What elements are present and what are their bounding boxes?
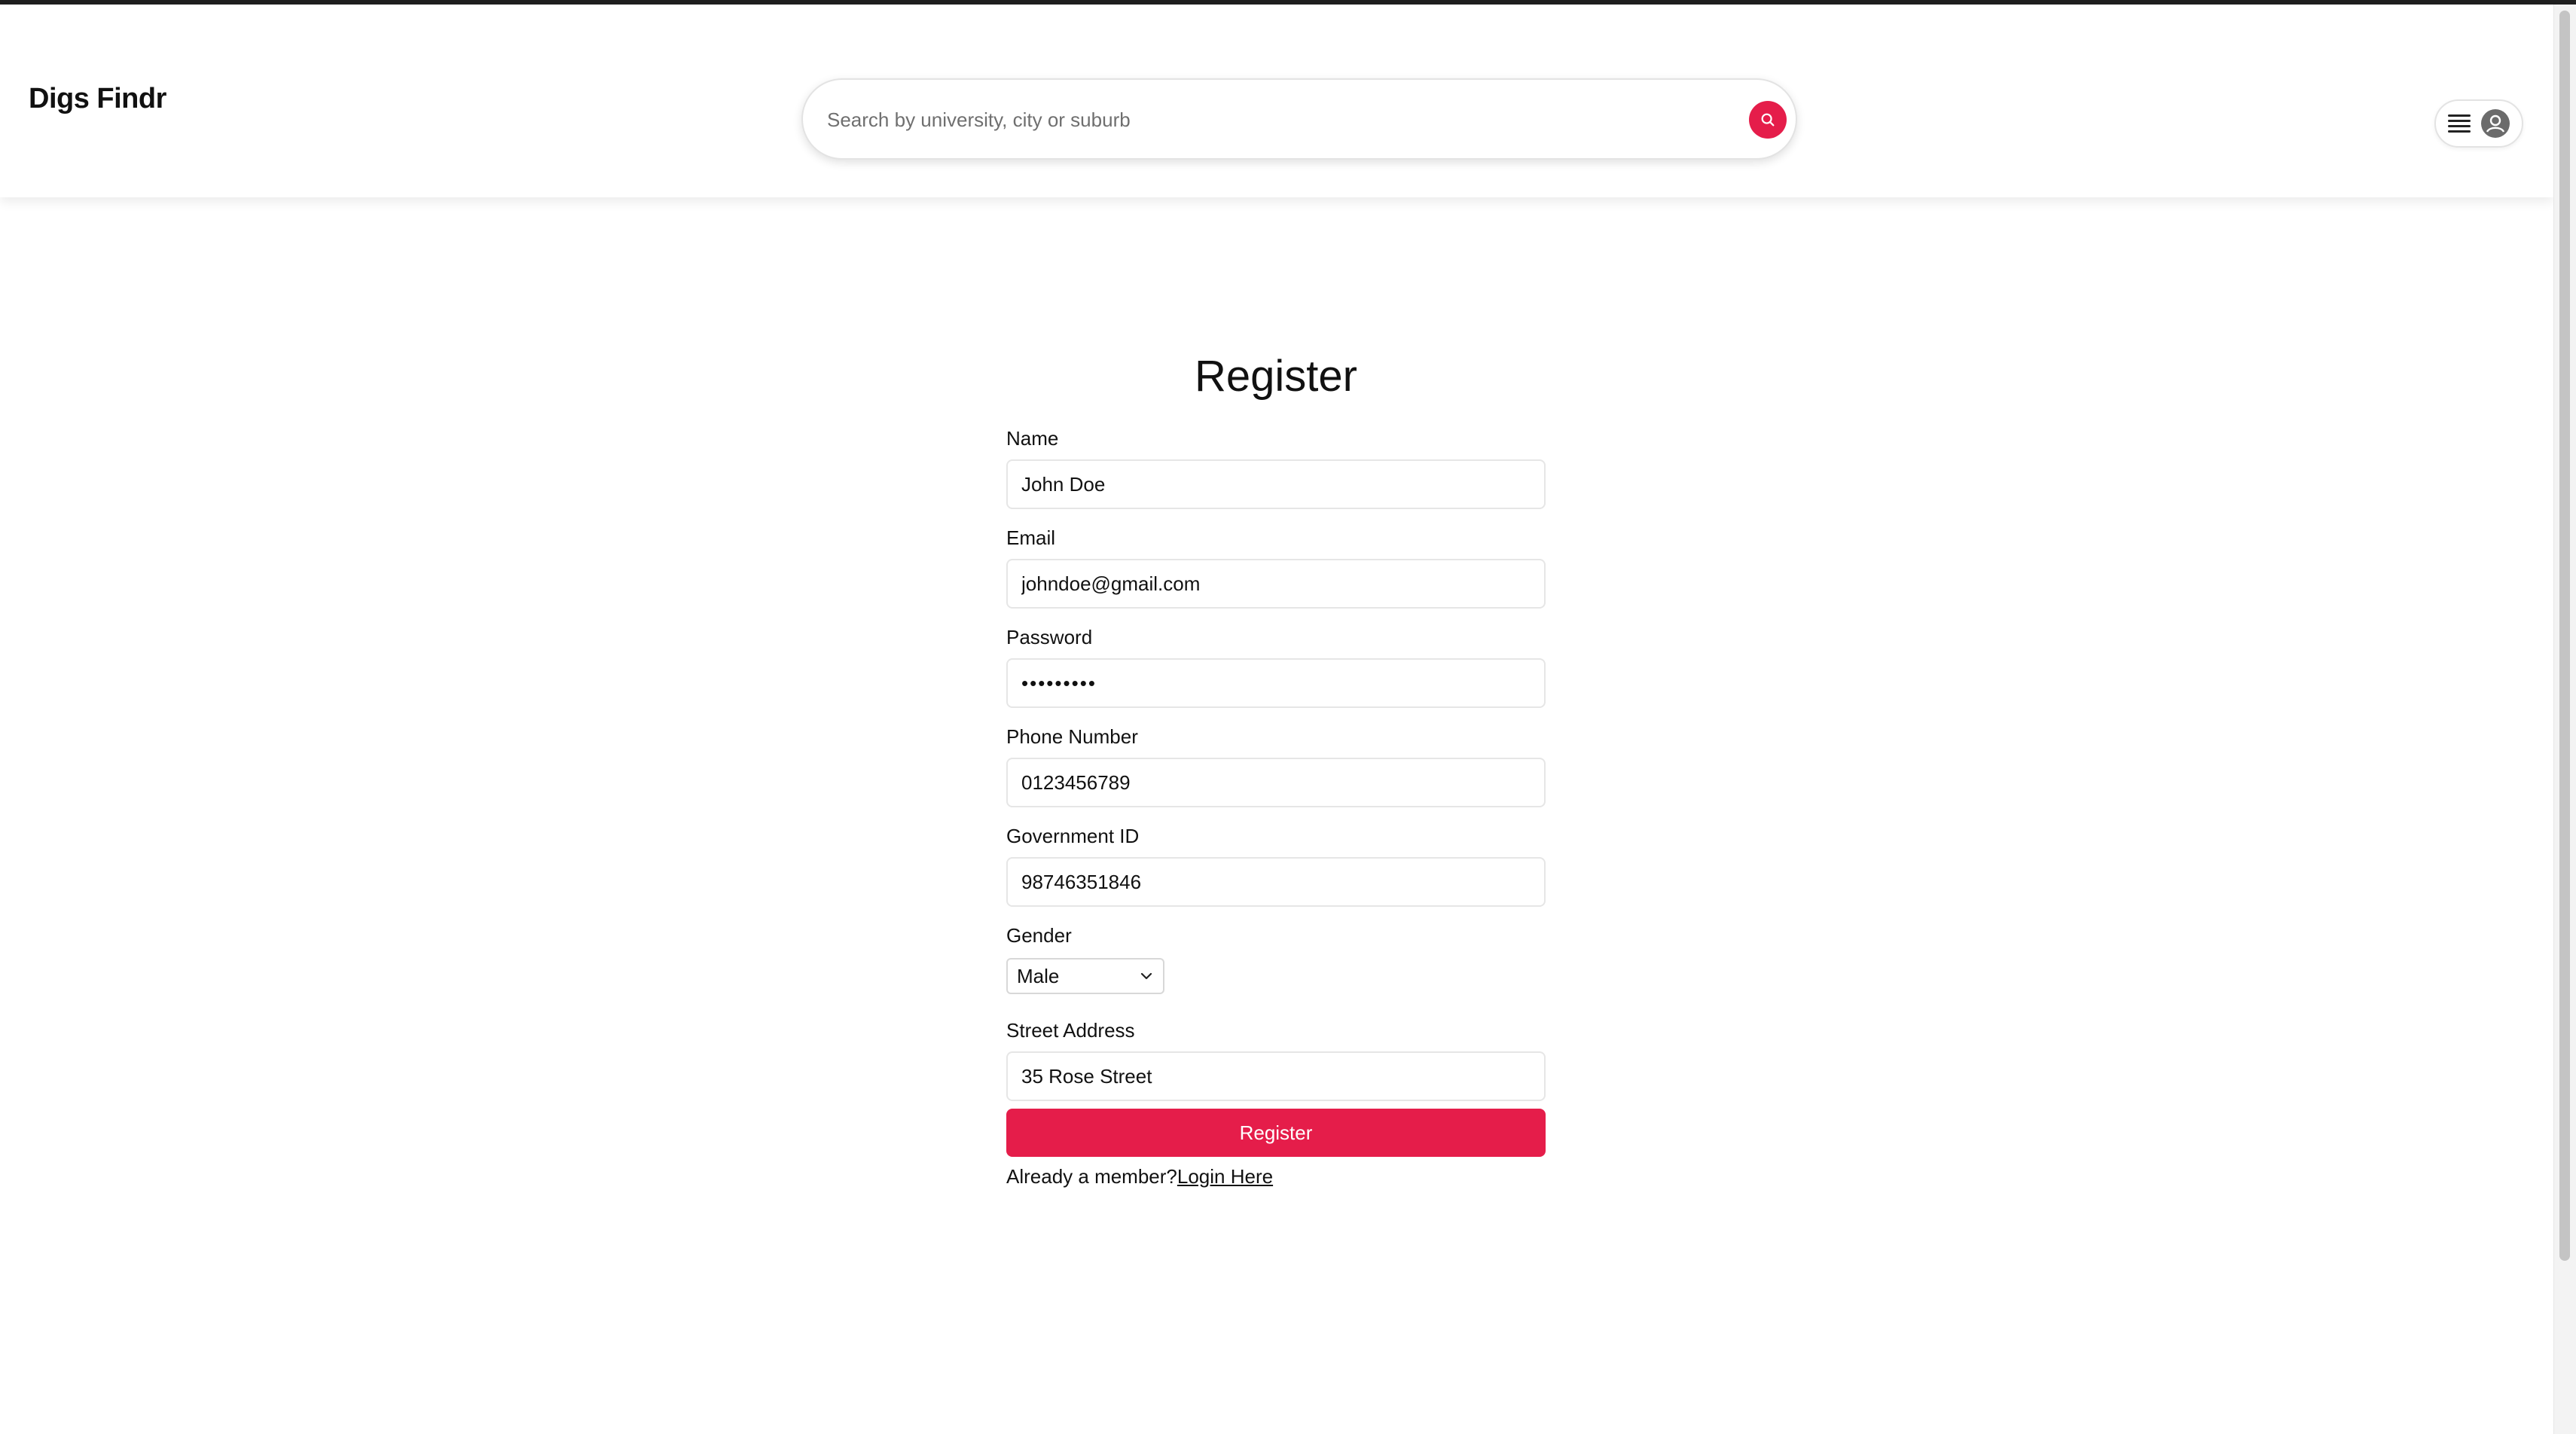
password-field[interactable] [1006,658,1546,708]
email-label: Email [1006,526,1056,549]
government-id-label: Government ID [1006,825,1140,847]
password-label: Password [1006,626,1093,648]
register-form: Register Name Email Password Phone Numbe… [1006,346,1546,1190]
email-field[interactable] [1006,559,1546,609]
gender-select-box[interactable]: Male [1006,958,1164,994]
page-title: Register [1195,352,1357,401]
gender-selected-value: Male [1017,965,1060,987]
hamburger-menu-icon [2448,114,2471,133]
search-icon [1761,113,1775,127]
site-header: Digs Findr [0,5,2553,197]
street-field[interactable] [1006,1051,1546,1101]
login-link[interactable]: Login Here [1177,1165,1273,1188]
login-prompt: Already a member?Login Here [1006,1163,1546,1190]
user-avatar-icon [2481,109,2510,138]
register-button[interactable]: Register [1006,1109,1546,1157]
name-field[interactable] [1006,459,1546,509]
gender-label: Gender [1006,924,1072,947]
phone-field[interactable] [1006,758,1546,807]
search-input[interactable] [826,101,1717,139]
search-button[interactable] [1749,101,1787,139]
chevron-down-icon [1140,972,1152,980]
scrollbar-thumb[interactable] [2559,11,2570,1261]
phone-label: Phone Number [1006,725,1138,748]
member-prompt-text: Already a member? [1006,1165,1177,1188]
name-label: Name [1006,427,1059,450]
street-label: Street Address [1006,1019,1135,1042]
user-menu-button[interactable] [2434,99,2523,148]
search-bar [801,78,1797,160]
gender-select[interactable]: Male [1006,958,1164,994]
government-id-field[interactable] [1006,857,1546,907]
brand-logo[interactable]: Digs Findr [29,83,166,115]
